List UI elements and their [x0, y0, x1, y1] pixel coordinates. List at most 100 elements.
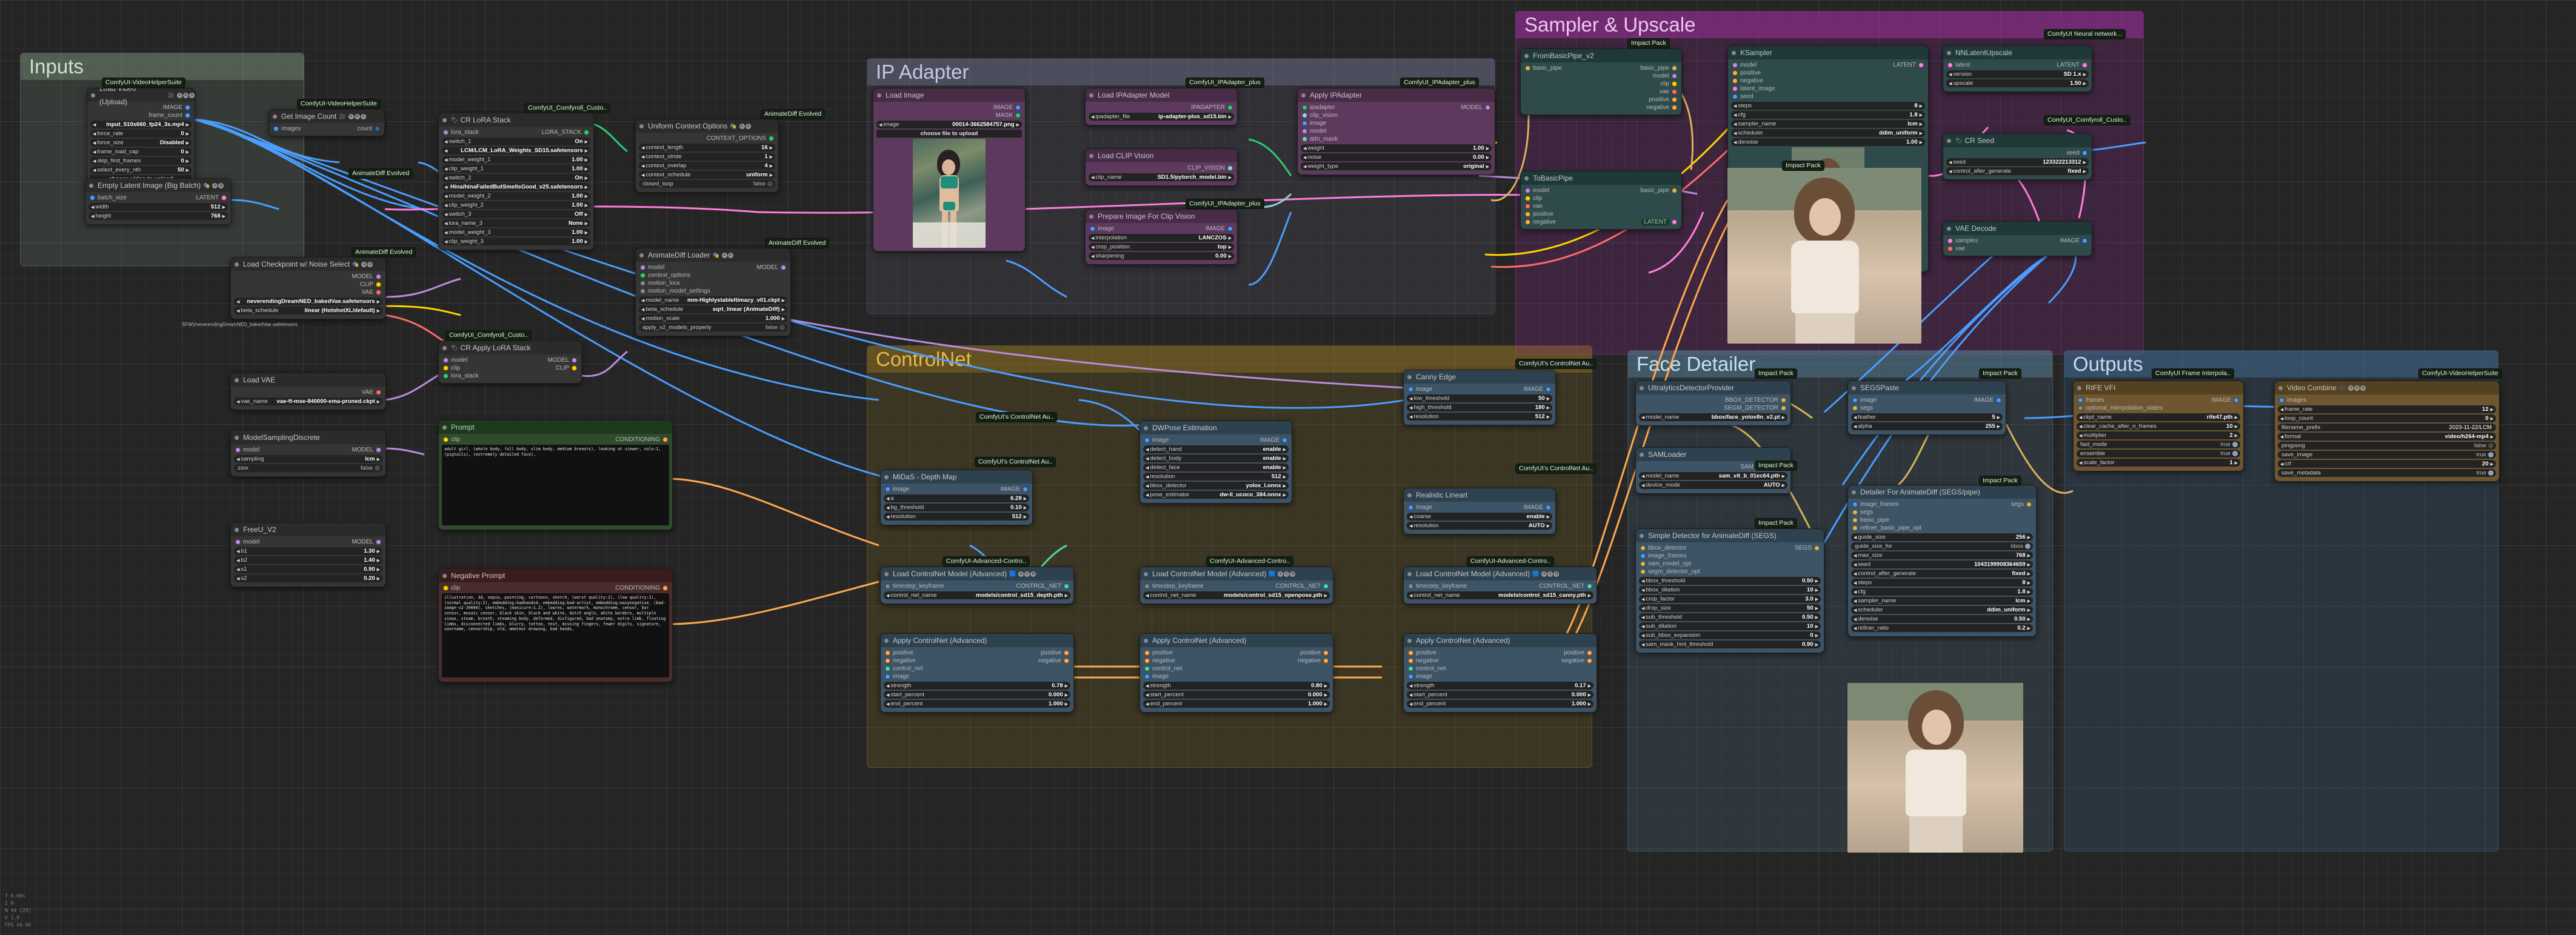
widget-b1[interactable]: ◀b11.30▶: [234, 547, 382, 555]
widget-weight[interactable]: ◀weight1.00▶: [1301, 144, 1492, 152]
collapse-dot-icon[interactable]: [442, 118, 447, 122]
node-ultralytics-detector-provider[interactable]: UltralyticsDetectorProvider BBOX_DETECTO…: [1635, 381, 1791, 426]
widget-drop-size[interactable]: ◀drop_size50▶: [1639, 604, 1821, 612]
node-rife-vfi[interactable]: RIFE VFI frames IMAGE optional_interpola…: [2073, 381, 2244, 471]
collapse-dot-icon[interactable]: [235, 262, 239, 267]
widget-context-stride[interactable]: ◀context_stride1▶: [639, 153, 775, 161]
input-lora-stack[interactable]: lora_stack: [442, 372, 578, 380]
collapse-dot-icon[interactable]: [1407, 639, 1412, 643]
widget-seed[interactable]: ◀seed1043199908364659▶: [1851, 561, 2033, 568]
widget-skip-first-frames[interactable]: ◀skip_first_frames0▶: [90, 157, 192, 165]
widget-clip-weight-2[interactable]: ◀clip_weight_21.00▶: [442, 201, 590, 209]
output-positive[interactable]: positive: [1524, 96, 1678, 104]
widget-sub-bbox-expansion[interactable]: ◀sub_bbox_expansion0▶: [1639, 631, 1821, 639]
node-load-clip-vision[interactable]: Load CLIP Vision CLIP_VISION ◀clip_nameS…: [1085, 148, 1238, 186]
widget-switch-1[interactable]: ◀switch_1On▶: [442, 138, 590, 145]
widget-alpha[interactable]: ◀alpha255▶: [1851, 422, 2003, 430]
collapse-dot-icon[interactable]: [1407, 375, 1412, 379]
widget-s1[interactable]: ◀s10.90▶: [234, 565, 382, 573]
collapse-dot-icon[interactable]: [442, 574, 447, 578]
widget-upscale[interactable]: ◀upscale1.50▶: [1946, 79, 2089, 87]
input-positive[interactable]: positive: [1524, 210, 1678, 218]
widget-detect-face[interactable]: ◀detect_faceenable▶: [1143, 464, 1289, 471]
output-mask[interactable]: MASK: [876, 111, 1022, 119]
node-dwpose-estimation[interactable]: DWPose Estimation image IMAGE ◀detect_ha…: [1140, 421, 1292, 504]
widget-lora-name-3[interactable]: ◀lora_name_3None▶: [442, 219, 590, 227]
choose-file-upload-button[interactable]: choose file to upload: [876, 130, 1022, 138]
io-model[interactable]: model MODEL: [442, 356, 578, 364]
widget-closed-loop[interactable]: closed_loopfalse: [639, 180, 775, 188]
io-ipadapter-model[interactable]: ipadapter MODEL: [1301, 104, 1492, 111]
io-negative[interactable]: negative negative: [1407, 657, 1593, 665]
widget-force-size[interactable]: ◀force_sizeDisabled▶: [90, 139, 192, 147]
widget-feather[interactable]: ◀feather5▶: [1851, 413, 2003, 421]
input-image[interactable]: image: [1301, 119, 1492, 127]
widget-height[interactable]: ◀height768▶: [88, 212, 228, 220]
widget-control-net-name[interactable]: ◀control_net_namemodels/control_sd15_dep…: [884, 591, 1070, 599]
widget-model-weight-1[interactable]: ◀model_weight_11.00▶: [442, 156, 590, 164]
widget-control-after-generate[interactable]: ◀control_after_generatefixed▶: [1851, 570, 2033, 577]
widget-resolution[interactable]: ◀resolution512▶: [1143, 473, 1289, 481]
widget-strength[interactable]: ◀strength0.78▶: [884, 682, 1070, 690]
input-latent-image[interactable]: latent_image: [1731, 85, 1925, 93]
widget-crf[interactable]: ◀crf20▶: [2278, 460, 2496, 468]
node-cr-lora-stack[interactable]: 🏷 CR LoRA Stack lora_stack LORA_STACK ◀s…: [438, 113, 594, 250]
input-segs[interactable]: segs: [1851, 404, 2003, 412]
input-context-options[interactable]: context_options: [639, 271, 787, 279]
widget-guide-size[interactable]: ◀guide_size256▶: [1851, 533, 2033, 541]
output-seed[interactable]: seed: [1946, 149, 2089, 157]
widget-ckpt-name[interactable]: ◀ckpt_namerife47.pth▶: [2077, 413, 2240, 421]
widget-resolution[interactable]: ◀resolution512▶: [1407, 413, 1552, 421]
output-ipadapter[interactable]: IPADAPTER: [1089, 104, 1234, 111]
widget-denoise[interactable]: ◀denoise1.00▶: [1731, 138, 1925, 146]
widget-version[interactable]: ◀versionSD 1.x▶: [1946, 70, 2089, 78]
input-negative[interactable]: negative: [1731, 77, 1925, 85]
collapse-dot-icon[interactable]: [235, 436, 239, 440]
collapse-dot-icon[interactable]: [1640, 386, 1644, 390]
io-model-latent[interactable]: model LATENT: [1731, 61, 1925, 69]
io-model-pipe[interactable]: model basic_pipe: [1524, 187, 1678, 195]
widget-start-percent[interactable]: ◀start_percent0.000▶: [1143, 691, 1330, 699]
widget-sharpening[interactable]: ◀sharpening0.00▶: [1089, 252, 1234, 260]
collapse-dot-icon[interactable]: [1524, 176, 1529, 181]
io-positive[interactable]: positive positive: [1143, 649, 1330, 657]
node-prompt[interactable]: Prompt clip CONDITIONING adult girl, (wh…: [438, 420, 673, 530]
widget-sub-dilation[interactable]: ◀sub_dilation10▶: [1639, 622, 1821, 630]
widget-device-mode[interactable]: ◀device_modeAUTO▶: [1639, 481, 1787, 489]
widget-context-overlap[interactable]: ◀context_overlap4▶: [639, 162, 775, 170]
collapse-dot-icon[interactable]: [1144, 426, 1148, 430]
collapse-dot-icon[interactable]: [1407, 572, 1412, 576]
widget-interpolation[interactable]: ◀interpolationLANCZOS▶: [1089, 234, 1234, 242]
widget-high-threshold[interactable]: ◀high_threshold180▶: [1407, 404, 1552, 411]
widget-width[interactable]: ◀width512▶: [88, 203, 228, 211]
widget-b2[interactable]: ◀b21.40▶: [234, 556, 382, 564]
widget-sampler-name[interactable]: ◀sampler_namelcm▶: [1851, 597, 2033, 605]
io-negative[interactable]: negative negative: [884, 657, 1070, 665]
node-realistic-lineart[interactable]: Realistic Lineart image IMAGE ◀coarseena…: [1403, 488, 1556, 534]
collapse-dot-icon[interactable]: [884, 475, 889, 479]
io-batch-latent[interactable]: batch_size LATENT: [88, 194, 228, 202]
collapse-dot-icon[interactable]: [1640, 453, 1644, 457]
widget-resolution[interactable]: ◀resolution512▶: [884, 513, 1029, 521]
widget-apply-v2-models[interactable]: apply_v2_models_properlyfalse: [639, 324, 787, 331]
output-frame-count[interactable]: frame_count: [90, 111, 192, 119]
widget-bbox-threshold[interactable]: ◀bbox_threshold0.50▶: [1639, 577, 1821, 585]
node-uniform-context-options[interactable]: Uniform Context Options 🎭 AD CONTEXT_OPT…: [635, 119, 779, 193]
io-latent[interactable]: latent LATENT: [1946, 61, 2089, 69]
io-frames-image[interactable]: frames IMAGE: [2077, 396, 2240, 404]
collapse-dot-icon[interactable]: [1947, 51, 1951, 55]
node-detailer-for-animatediff[interactable]: Detailer For AnimateDiff (SEGS/pipe) ima…: [1847, 485, 2037, 637]
widget-bbox-dilation[interactable]: ◀bbox_dilation10▶: [1639, 586, 1821, 594]
node-load-video[interactable]: Load Video (Upload) 🎥 VHS IMAGE frame_co…: [87, 88, 195, 188]
input-basic-pipe[interactable]: basic_pipe: [1851, 516, 2033, 524]
collapse-dot-icon[interactable]: [1640, 534, 1644, 538]
io-image[interactable]: image IMAGE: [1407, 504, 1552, 511]
node-canny-edge[interactable]: Canny Edge image IMAGE ◀low_threshold50▶…: [1403, 370, 1556, 425]
node-animatediff-loader[interactable]: AnimateDiff Loader 🎭 AD model MODEL cont…: [635, 248, 791, 336]
collapse-dot-icon[interactable]: [1947, 139, 1951, 143]
io-samples-image[interactable]: samples IMAGE: [1946, 237, 2089, 245]
node-load-vae[interactable]: Load VAE VAE ◀vae_namevae-ft-mse-840000-…: [230, 373, 386, 410]
collapse-dot-icon[interactable]: [2278, 386, 2283, 390]
widget-denoise[interactable]: ◀denoise0.50▶: [1851, 615, 2033, 623]
input-motion-lora[interactable]: motion_lora: [639, 279, 787, 287]
